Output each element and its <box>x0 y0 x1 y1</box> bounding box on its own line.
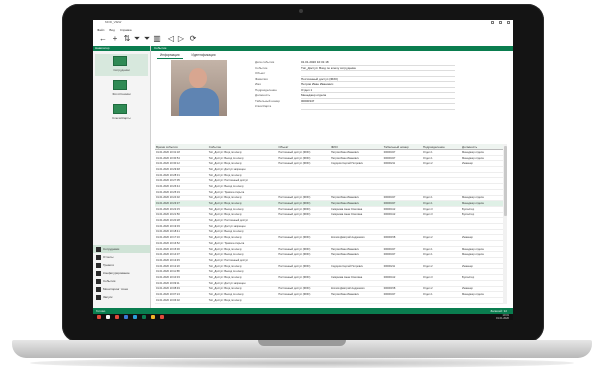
monitor-icon <box>96 286 101 292</box>
search-taskbar-icon[interactable] <box>106 315 110 319</box>
start-icon[interactable] <box>97 315 101 319</box>
nav-item-label: События <box>103 279 116 283</box>
alarm-icon <box>96 262 101 268</box>
toolbar: ← + ⇅ ⏷ ⏷ ▥ ◁ ▷ ⟳ <box>93 33 513 47</box>
users-icon <box>96 246 101 252</box>
add-icon[interactable]: + <box>111 35 119 43</box>
clock-date: 01.01.2020 <box>496 317 509 320</box>
table-cell <box>461 303 507 304</box>
screen: MOD_VIEW Файл Вид Справка ← + ⇅ ⏷ ⏷ ▥ ◁ ▷ ⟳ Нави… <box>93 20 513 320</box>
table-cell <box>382 303 422 304</box>
tabs: Информация Идентификация <box>157 52 218 59</box>
taskbar: 10:31 01.01.2020 <box>93 314 513 320</box>
back-icon[interactable]: ← <box>99 35 107 43</box>
title-bar: MOD_VIEW <box>93 20 513 27</box>
webcam <box>299 9 303 13</box>
browser-icon[interactable] <box>115 315 119 319</box>
taskbar-clock[interactable]: 10:31 01.01.2020 <box>496 314 509 320</box>
sidebar-header: Навигатор <box>93 46 150 51</box>
window-controls <box>491 21 510 24</box>
table-cell: Тип_Доступ: Постоянный доступ <box>207 303 278 304</box>
details-form: Дата события 01.01.2020 10:31:18 Событие Ти… <box>255 60 455 110</box>
detail-value[interactable] <box>301 104 455 110</box>
nav-item-label: Тревоги <box>103 263 114 267</box>
photo-head <box>189 68 207 88</box>
events-table-wrap: Время события Событие Объект ФИО Табельный н… <box>155 144 507 304</box>
settings-icon[interactable] <box>151 315 155 319</box>
folder-icon[interactable] <box>124 315 128 319</box>
detail-label: Ключ/Карта <box>255 104 272 108</box>
filter-icon[interactable]: ⏷ <box>133 35 141 43</box>
maximize-button[interactable] <box>499 21 502 24</box>
nav-item[interactable]: Запуск <box>93 293 150 301</box>
run-icon <box>96 294 101 300</box>
nav-list: Сотрудники Отчеты Тревоги Конфигурирование С… <box>93 245 150 301</box>
app-icon[interactable] <box>142 315 146 319</box>
table-cell: 01.01.2020 10:05:40 <box>155 303 208 304</box>
tab-info[interactable]: Информация <box>157 52 183 59</box>
filter-add-icon[interactable]: ⏷ <box>143 35 151 43</box>
nav-item-label: Отчеты <box>103 255 114 259</box>
sidebar-item-employees[interactable]: Сотрудники <box>97 68 146 72</box>
laptop-shadow <box>30 358 574 368</box>
employees-icon[interactable] <box>113 56 127 66</box>
photos-icon[interactable] <box>113 80 127 90</box>
main-panel: Событие Информация Идентификация Дата со… <box>151 46 513 308</box>
nav-item[interactable]: Тревоги <box>93 261 150 269</box>
laptop-scene: MOD_VIEW Файл Вид Справка ← + ⇅ ⏷ ⏷ ▥ ◁ ▷ ⟳ Нави… <box>0 0 604 378</box>
nav-prev-icon[interactable]: ◁ <box>167 35 175 43</box>
scroll-thumb[interactable] <box>503 146 507 216</box>
sort-icon[interactable]: ⇅ <box>123 35 131 43</box>
table-cell <box>421 303 462 304</box>
events-table: Время события Событие Объект ФИО Табельный н… <box>155 144 507 304</box>
employee-photo <box>171 60 227 116</box>
refresh-icon[interactable]: ⟳ <box>189 35 197 43</box>
nav-item-label: Мониторинг точек <box>103 287 128 291</box>
nav-item[interactable]: Конфигурирование <box>93 269 150 277</box>
sidebar-item-keys[interactable]: Ключи/Карты <box>97 116 146 120</box>
vertical-scrollbar[interactable] <box>503 144 507 304</box>
minimize-button[interactable] <box>491 21 494 24</box>
column-icon[interactable]: ▥ <box>153 35 161 43</box>
table-row[interactable]: 01.01.2020 10:05:40Тип_Доступ: Постоянны… <box>155 303 507 304</box>
keys-icon[interactable] <box>113 104 127 114</box>
table-cell <box>277 303 331 304</box>
detail-row: Ключ/Карта <box>255 104 455 110</box>
nav-next-icon[interactable]: ▷ <box>177 35 185 43</box>
main-header: Событие <box>151 46 513 51</box>
tab-identification[interactable]: Идентификация <box>189 52 219 59</box>
table-cell <box>330 303 383 304</box>
sidebar: Навигатор Сотрудники Фото/Снимки Ключи/К… <box>93 46 151 308</box>
window-title: MOD_VIEW <box>105 20 122 24</box>
config-icon <box>96 270 101 276</box>
nav-item-label: Конфигурирование <box>103 271 130 275</box>
nav-item[interactable]: Отчеты <box>93 253 150 261</box>
nav-item-label: Сотрудники <box>103 247 120 251</box>
nav-item[interactable]: Сотрудники <box>93 245 150 253</box>
close-button[interactable] <box>507 21 510 24</box>
mail-icon[interactable] <box>133 315 137 319</box>
sidebar-item-photos[interactable]: Фото/Снимки <box>97 92 146 96</box>
media-icon[interactable] <box>160 315 164 319</box>
report-icon <box>96 254 101 260</box>
nav-item[interactable]: Мониторинг точек <box>93 285 150 293</box>
photo-body <box>179 88 219 116</box>
events-icon <box>96 278 101 284</box>
nav-item[interactable]: События <box>93 277 150 285</box>
nav-item-label: Запуск <box>103 295 113 299</box>
laptop-notch <box>258 340 346 346</box>
